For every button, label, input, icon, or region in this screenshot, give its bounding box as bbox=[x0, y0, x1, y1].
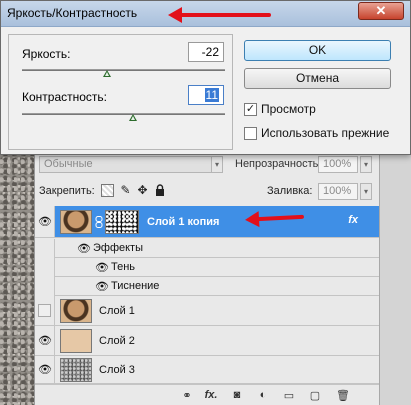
link-layers-icon[interactable]: ⚭ bbox=[179, 389, 195, 402]
panel-scrollbar[interactable] bbox=[379, 150, 411, 405]
layer-name[interactable]: Слой 2 bbox=[99, 335, 135, 347]
legacy-checkbox[interactable] bbox=[244, 127, 257, 140]
adjustment-layer-icon[interactable]: ◐ bbox=[255, 389, 271, 401]
opacity-dropdown-icon[interactable]: ▾ bbox=[360, 156, 372, 173]
fill-dropdown-icon[interactable]: ▾ bbox=[360, 183, 372, 200]
dialog-title: Яркость/Контрастность bbox=[7, 6, 138, 20]
opacity-input[interactable]: 100% bbox=[318, 156, 358, 173]
trash-icon[interactable]: 🗑 bbox=[335, 389, 351, 402]
legacy-checkbox-row[interactable]: Использовать прежние bbox=[244, 126, 409, 142]
cancel-button[interactable]: Отмена bbox=[244, 68, 391, 89]
new-group-icon[interactable]: ▭ bbox=[281, 389, 297, 402]
adjustments-group: Яркость: -22 Контрастность: 11 bbox=[8, 34, 233, 150]
layer-thumbnail bbox=[60, 329, 92, 353]
new-layer-icon[interactable]: ▢ bbox=[307, 389, 323, 402]
effects-label: Эффекты bbox=[93, 242, 144, 254]
add-style-icon[interactable]: fx. bbox=[203, 389, 219, 401]
fx-icon[interactable]: fx bbox=[348, 214, 358, 226]
blend-mode-select[interactable]: Обычные bbox=[39, 156, 223, 173]
layer-thumbnail bbox=[60, 358, 92, 382]
visibility-toggle[interactable]: 👁 bbox=[35, 356, 55, 383]
blend-opacity-row: Обычные ▾ Непрозрачность: 100% ▾ bbox=[35, 154, 380, 176]
eye-icon: 👁 bbox=[38, 335, 52, 347]
brightness-slider-track[interactable] bbox=[22, 69, 225, 71]
effects-group-row[interactable]: 👁 Эффекты bbox=[55, 239, 380, 258]
eye-icon: 👁 bbox=[38, 364, 52, 376]
lock-brush-icon[interactable]: ✎ bbox=[119, 184, 132, 197]
layers-bottom-bar: ⚭ fx. ◙ ◐ ▭ ▢ 🗑 bbox=[35, 384, 380, 405]
layer-row-sloy-1[interactable]: Слой 1 bbox=[35, 296, 380, 326]
contrast-label: Контрастность: bbox=[22, 90, 108, 104]
ok-button[interactable]: OK bbox=[244, 40, 391, 61]
brightness-contrast-dialog: Яркость/Контрастность ✕ Яркость: -22 Кон… bbox=[0, 0, 411, 155]
brightness-input[interactable]: -22 bbox=[188, 42, 224, 62]
lock-transparency-icon[interactable] bbox=[101, 184, 114, 197]
effects-eye-column bbox=[35, 239, 55, 296]
contrast-slider-thumb[interactable] bbox=[129, 114, 137, 121]
opacity-label: Непрозрачность: bbox=[235, 158, 322, 170]
preview-checkbox[interactable]: ✓ bbox=[244, 103, 257, 116]
lock-fill-row: Закрепить: ✎ ✥ Заливка: 100% ▾ bbox=[35, 181, 380, 203]
eye-icon[interactable]: 👁 bbox=[95, 280, 109, 293]
visibility-toggle[interactable]: 👁 bbox=[35, 326, 55, 355]
visibility-toggle[interactable]: 👁 bbox=[35, 206, 55, 237]
canvas-background bbox=[0, 150, 34, 405]
contrast-slider-track[interactable] bbox=[22, 113, 225, 115]
close-button[interactable]: ✕ bbox=[358, 2, 404, 20]
legacy-label: Использовать прежние bbox=[261, 126, 390, 140]
brightness-label: Яркость: bbox=[22, 47, 71, 61]
add-mask-icon[interactable]: ◙ bbox=[229, 389, 245, 401]
layer-row-sloy-3[interactable]: 👁 Слой 3 bbox=[35, 356, 380, 384]
lock-move-icon[interactable]: ✥ bbox=[136, 184, 149, 197]
layer-name[interactable]: Слой 1 bbox=[99, 305, 135, 317]
eye-icon[interactable]: 👁 bbox=[77, 242, 91, 255]
fill-input[interactable]: 100% bbox=[318, 183, 358, 200]
lock-label: Закрепить: bbox=[39, 185, 95, 197]
layer-thumbnail bbox=[60, 299, 92, 323]
effect-row-shadow[interactable]: 👁 Тень bbox=[55, 258, 380, 277]
brightness-slider-thumb[interactable] bbox=[103, 70, 111, 77]
layer-row-sloy-1-kopiya[interactable]: 👁 Слой 1 копия fx bbox=[35, 206, 380, 238]
effect-label: Тиснение bbox=[111, 280, 160, 292]
effect-row-emboss[interactable]: 👁 Тиснение bbox=[55, 277, 380, 296]
layer-mask-thumbnail[interactable] bbox=[105, 210, 139, 234]
hidden-eye-box-icon bbox=[38, 304, 51, 317]
layer-thumbnail bbox=[60, 210, 92, 234]
layer-name[interactable]: Слой 3 bbox=[99, 364, 135, 376]
eye-icon[interactable]: 👁 bbox=[95, 261, 109, 274]
eye-icon: 👁 bbox=[38, 216, 52, 228]
lock-all-icon[interactable] bbox=[153, 184, 166, 197]
visibility-toggle[interactable] bbox=[35, 296, 55, 325]
layer-name[interactable]: Слой 1 копия bbox=[147, 216, 219, 228]
blend-mode-dropdown-icon[interactable]: ▾ bbox=[211, 156, 223, 173]
effect-label: Тень bbox=[111, 261, 136, 273]
fill-label: Заливка: bbox=[267, 185, 313, 197]
chain-link-icon[interactable] bbox=[95, 216, 103, 228]
layers-panel: Обычные ▾ Непрозрачность: 100% ▾ Закрепи… bbox=[34, 150, 380, 405]
preview-checkbox-row[interactable]: ✓ Просмотр bbox=[244, 102, 404, 118]
red-arrow-annotation bbox=[168, 7, 271, 23]
layer-row-sloy-2[interactable]: 👁 Слой 2 bbox=[35, 326, 380, 356]
contrast-value-selected: 11 bbox=[204, 88, 219, 102]
contrast-input[interactable]: 11 bbox=[188, 85, 224, 105]
preview-label: Просмотр bbox=[261, 102, 316, 116]
